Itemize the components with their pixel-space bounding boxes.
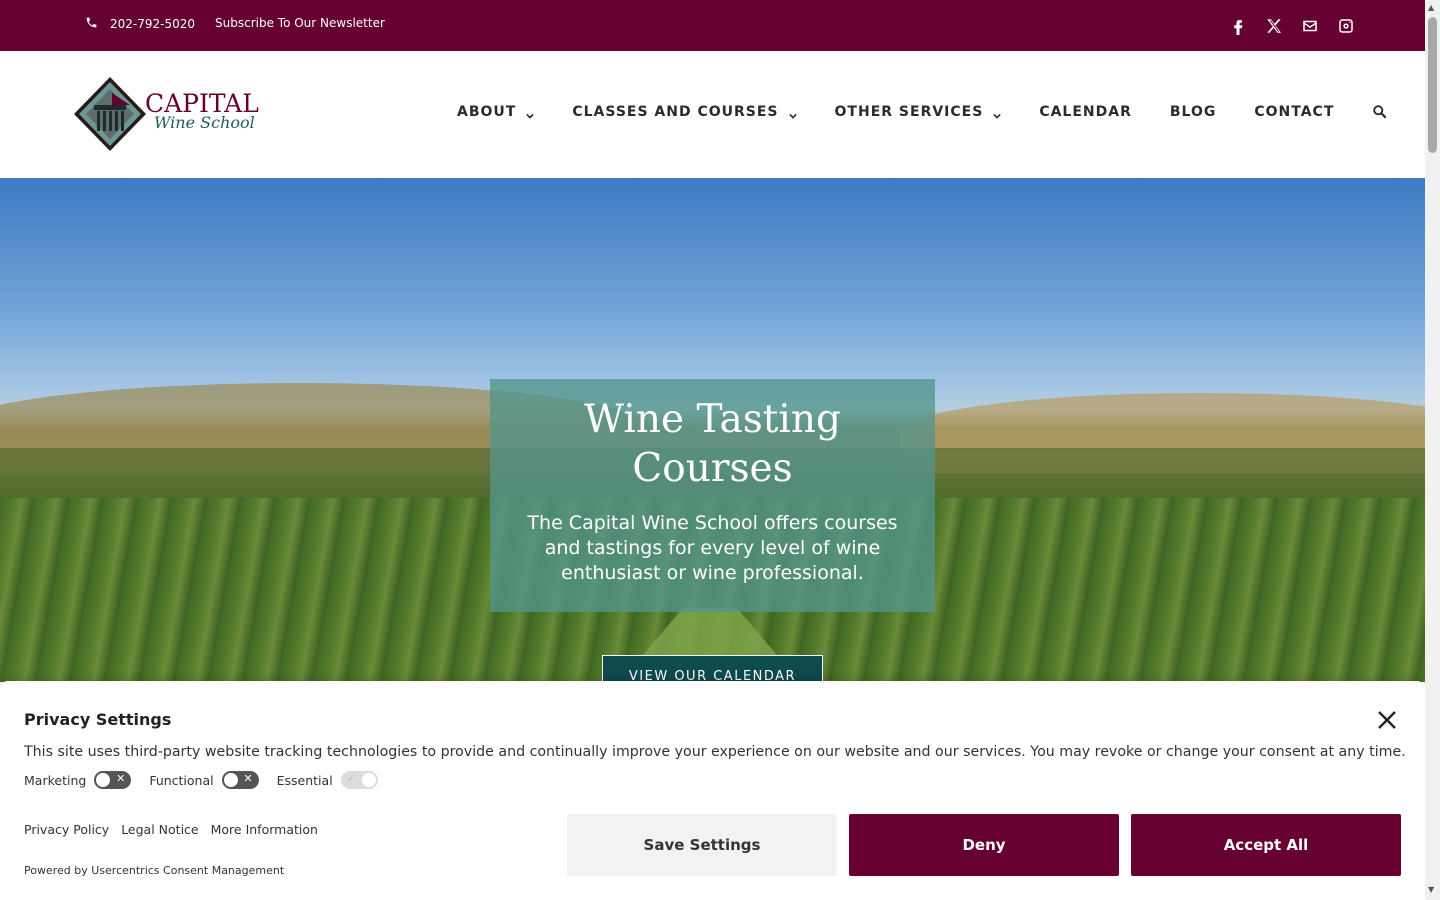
nav-label: CONTACT <box>1254 104 1335 120</box>
nav-about[interactable]: ABOUT <box>457 104 535 120</box>
consent-toggles: Marketing ✕ Functional ✕ Essential ✓ <box>24 771 396 789</box>
chevron-down-icon <box>993 108 1002 119</box>
chevron-down-icon <box>788 108 797 119</box>
nav-label: BLOG <box>1169 104 1217 120</box>
mail-icon[interactable] <box>1301 17 1319 35</box>
nav-label: ABOUT <box>457 104 517 120</box>
toggle-label: Essential <box>276 772 333 788</box>
main-nav: ABOUT CLASSES AND COURSES OTHER SERVICES… <box>457 104 1388 120</box>
logo-emblem-icon <box>74 77 146 151</box>
toggle-label: Marketing <box>24 772 87 788</box>
scrollbar[interactable]: ▲ ▼ <box>1425 0 1440 900</box>
save-settings-button[interactable]: Save Settings <box>567 814 837 876</box>
nav-contact[interactable]: CONTACT <box>1254 104 1334 120</box>
privacy-policy-link[interactable]: Privacy Policy <box>24 822 109 837</box>
nav-label: CLASSES AND COURSES <box>572 104 779 120</box>
logo[interactable]: CAPITAL Wine School <box>72 75 259 153</box>
hero-section: Wine Tasting Courses The Capital Wine Sc… <box>0 178 1425 682</box>
close-icon[interactable] <box>1376 709 1398 731</box>
essential-toggle: ✓ <box>340 771 378 789</box>
privacy-banner: Privacy Settings This site uses third-pa… <box>0 681 1425 900</box>
instagram-icon[interactable] <box>1337 17 1355 35</box>
toggle-marketing: Marketing ✕ <box>24 771 132 789</box>
top-bar: 202-792-5020 Subscribe To Our Newsletter <box>0 0 1425 51</box>
toggle-essential: Essential ✓ <box>277 771 378 789</box>
toggle-label: Functional <box>149 772 214 788</box>
marketing-toggle[interactable]: ✕ <box>94 771 132 789</box>
chevron-down-icon <box>526 108 535 119</box>
nav-classes-and-courses[interactable]: CLASSES AND COURSES <box>572 104 797 120</box>
more-information-link[interactable]: More Information <box>211 822 318 837</box>
scroll-down-icon[interactable]: ▼ <box>1428 885 1434 894</box>
social-links <box>1229 17 1355 35</box>
privacy-links: Privacy Policy Legal Notice More Informa… <box>24 822 318 837</box>
x-twitter-icon[interactable] <box>1265 17 1283 35</box>
nav-label: CALENDAR <box>1039 104 1132 120</box>
facebook-icon[interactable] <box>1229 17 1247 35</box>
search-icon[interactable] <box>1372 104 1388 120</box>
hero-text-box: Wine Tasting Courses The Capital Wine Sc… <box>490 379 935 612</box>
privacy-text: This site uses third-party website track… <box>24 744 1406 760</box>
privacy-title: Privacy Settings <box>24 710 172 729</box>
scrollbar-thumb[interactable] <box>1428 17 1437 153</box>
toggle-functional: Functional ✕ <box>149 771 259 789</box>
phone-link[interactable]: 202-792-5020 <box>85 16 195 32</box>
phone-icon <box>85 16 98 32</box>
deny-button[interactable]: Deny <box>849 814 1119 876</box>
phone-number: 202-792-5020 <box>110 17 196 31</box>
site-header: CAPITAL Wine School ABOUT CLASSES AND CO… <box>0 51 1425 178</box>
hero-title: Wine Tasting Courses <box>490 395 935 493</box>
nav-other-services[interactable]: OTHER SERVICES <box>835 104 1002 120</box>
hero-title-line: Wine Tasting <box>584 397 841 442</box>
hero-title-line: Courses <box>632 446 793 491</box>
nav-blog[interactable]: BLOG <box>1170 104 1217 120</box>
hero-subtitle: The Capital Wine School offers courses a… <box>527 512 898 584</box>
view-calendar-button[interactable]: VIEW OUR CALENDAR <box>602 655 823 682</box>
logo-subtitle: Wine School <box>154 113 255 132</box>
functional-toggle[interactable]: ✕ <box>221 771 259 789</box>
legal-notice-link[interactable]: Legal Notice <box>121 822 198 837</box>
newsletter-link[interactable]: Subscribe To Our Newsletter <box>215 16 385 30</box>
scroll-up-icon[interactable]: ▲ <box>1428 3 1434 12</box>
nav-calendar[interactable]: CALENDAR <box>1039 104 1132 120</box>
accept-all-button[interactable]: Accept All <box>1131 814 1401 876</box>
powered-by[interactable]: Powered by Usercentrics Consent Manageme… <box>24 864 284 877</box>
nav-label: OTHER SERVICES <box>834 104 984 120</box>
